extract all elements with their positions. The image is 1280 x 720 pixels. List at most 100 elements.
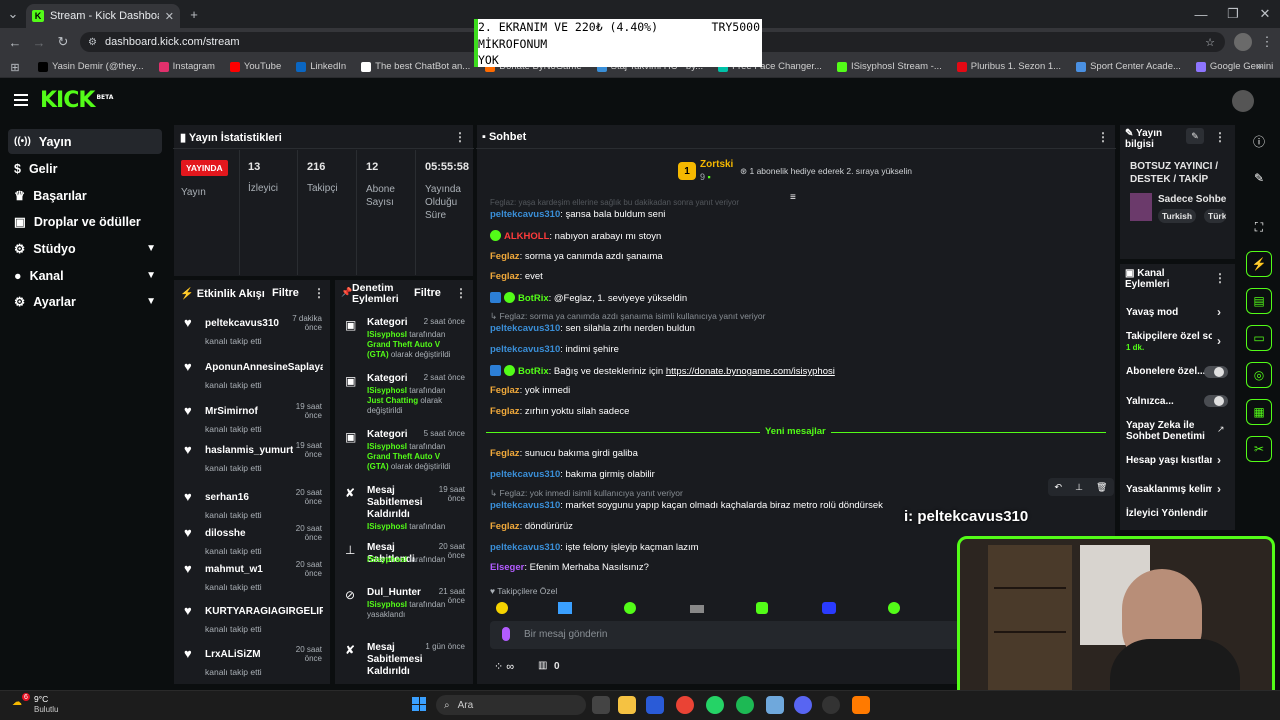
obs-icon[interactable] [822, 696, 840, 714]
sidebar-item-studyo[interactable]: ⚙ Stüdyo ▼ [8, 236, 162, 261]
chat-username[interactable]: Feglaz [490, 251, 520, 262]
sidebar-item-yayin[interactable]: ((•)) Yayın [8, 129, 162, 154]
moderation-filter-button[interactable]: Filtre [414, 287, 441, 299]
browser-tab[interactable]: K Stream - Kick Dashboard ✕ [26, 4, 180, 28]
emote-icon[interactable] [756, 602, 768, 614]
donation-link[interactable]: https://donate.bynogame.com/isisyphosi [666, 366, 835, 377]
sidebar-item-gelir[interactable]: $ Gelir [8, 156, 162, 181]
tag-chip[interactable]: Turkish [1158, 209, 1197, 223]
chat-bubble-icon[interactable]: ▭ [1246, 325, 1272, 351]
emote-icon[interactable] [496, 602, 508, 614]
maximize-icon[interactable]: ❐ [1224, 5, 1242, 23]
chat-username[interactable]: Feglaz [490, 448, 520, 459]
reply-icon[interactable]: ↶ [1055, 482, 1063, 493]
tools-icon[interactable]: ✂ [1246, 436, 1272, 462]
card-icon[interactable]: ▦ [1246, 399, 1272, 425]
sidebar-item-droplar[interactable]: ▣ Droplar ve ödüller [8, 209, 162, 234]
chat-username[interactable]: peltekcavus310 [490, 500, 560, 511]
channel-actions-menu-icon[interactable]: ⋮ [1214, 271, 1226, 285]
moderation-menu-icon[interactable]: ⋮ [455, 286, 467, 300]
followers-only-row[interactable]: Takipçilere özel sohbet [1126, 331, 1212, 342]
stream-info-menu-icon[interactable]: ⋮ [1214, 130, 1226, 144]
emote-icon[interactable] [690, 605, 704, 613]
microphone-icon[interactable] [502, 627, 510, 641]
weather-icon[interactable]: ☁ [12, 697, 22, 708]
store-icon[interactable]: ▥ [538, 660, 547, 671]
edit-icon[interactable]: ✎ [1186, 128, 1204, 144]
site-info-icon[interactable]: ⚙ [88, 37, 97, 48]
apps-grid-icon[interactable]: ⊞ [6, 58, 24, 76]
clipboard-icon[interactable]: ▤ [1246, 288, 1272, 314]
activity-username[interactable]: mahmut_w1 [205, 564, 293, 575]
ai-moderation-row[interactable]: Yapay Zeka ile Sohbet Denetimi [1126, 420, 1206, 442]
activity-username[interactable]: dilosshe [205, 528, 293, 539]
window-close-icon[interactable]: ✕ [1256, 5, 1274, 23]
activity-filter-button[interactable]: Filtre [272, 287, 299, 299]
subscribers-only-toggle[interactable] [1204, 366, 1228, 378]
chat-username[interactable]: ALKHOLL [504, 231, 549, 242]
lightning-icon[interactable]: ⚡ [1246, 251, 1272, 277]
sidebar-item-ayarlar[interactable]: ⚙ Ayarlar ▼ [8, 289, 162, 314]
browser-menu-icon[interactable]: ⋮ [1258, 33, 1276, 51]
emote-icon[interactable] [624, 602, 636, 614]
chat-username[interactable]: peltekcavus310 [490, 344, 560, 355]
emote-icon[interactable] [822, 602, 836, 614]
chat-menu-icon[interactable]: ⋮ [1097, 130, 1109, 144]
chat-username[interactable]: BotRix [518, 366, 549, 377]
chat-username[interactable]: Feglaz [490, 385, 520, 396]
activity-username[interactable]: serhan16 [205, 492, 293, 503]
delete-icon[interactable]: 🗑 [1096, 482, 1107, 493]
store-app-icon[interactable] [646, 696, 664, 714]
bookmark-item[interactable]: LinkedIn [296, 61, 346, 72]
chat-username[interactable]: Feglaz [490, 271, 520, 282]
chat-username[interactable]: Feglaz [490, 521, 520, 532]
tab-list-icon[interactable]: ⌄ [4, 5, 22, 23]
app-icon[interactable] [852, 696, 870, 714]
chat-username[interactable]: BotRix [518, 293, 549, 304]
reload-icon[interactable]: ↻ [54, 33, 72, 51]
emote-only-toggle[interactable] [1204, 395, 1228, 407]
pin-icon[interactable]: ⊥ [1075, 482, 1083, 493]
bookmark-item[interactable]: Yasin Demir (@they... [38, 61, 144, 72]
bookmark-item[interactable]: YouTube [229, 61, 281, 72]
info-icon[interactable]: ⓘ [1246, 128, 1272, 154]
chat-username[interactable]: peltekcavus310 [490, 469, 560, 480]
activity-username[interactable]: AponunAnnesineSaplayan [205, 362, 323, 373]
activity-username[interactable]: haslanmis_yumurta [205, 445, 293, 456]
bookmark-star-icon[interactable]: ☆ [1205, 36, 1215, 49]
broadcast-icon[interactable]: ◎ [1246, 362, 1272, 388]
emote-icon[interactable] [888, 602, 900, 614]
minimize-icon[interactable]: — [1192, 5, 1210, 23]
emote-icon[interactable] [558, 602, 572, 614]
hamburger-menu-icon[interactable] [14, 94, 28, 106]
tag-chip[interactable]: Türk [1204, 209, 1226, 223]
chat-username[interactable]: Elseger [490, 562, 524, 573]
bookmark-item[interactable]: The best ChatBot an... [361, 61, 470, 72]
emote-only-row[interactable]: Yalnızca... [1126, 396, 1174, 407]
activity-username[interactable]: MrSimirnof [205, 406, 293, 417]
chat-username[interactable]: Feglaz [490, 406, 520, 417]
activity-menu-icon[interactable]: ⋮ [313, 286, 325, 300]
new-tab-icon[interactable]: + [185, 5, 203, 23]
app-icon[interactable] [766, 696, 784, 714]
raid-row[interactable]: İzleyici Yönlendir [1126, 508, 1208, 519]
bookmark-item[interactable]: Pluribus 1. Sezon 1... [956, 61, 1061, 72]
activity-username[interactable]: LrxALiSiZM [205, 649, 293, 660]
bookmark-item[interactable]: Instagram [158, 61, 215, 72]
stats-menu-icon[interactable]: ⋮ [454, 130, 466, 144]
bookmarks-overflow-icon[interactable]: » [1250, 58, 1268, 76]
activity-username[interactable]: peltekcavus310 [205, 318, 293, 329]
chat-username[interactable]: peltekcavus310 [490, 542, 560, 553]
pencil-icon[interactable]: ✎ [1246, 165, 1272, 191]
chat-input[interactable]: Bir mesaj gönderin [490, 621, 960, 649]
chrome-icon[interactable] [676, 696, 694, 714]
pinned-user[interactable]: Zortski [700, 159, 733, 170]
forward-icon[interactable]: → [30, 33, 48, 51]
bookmark-item[interactable]: ISisyphosI Stream -... [836, 61, 942, 72]
sidebar-item-basarilar[interactable]: ♛ Başarılar [8, 183, 162, 208]
windows-start-icon[interactable] [412, 697, 426, 711]
kick-logo[interactable]: KICK BETA [40, 88, 113, 113]
activity-username[interactable]: KURTYARAGIAGIRGELIRSA [205, 606, 323, 617]
profile-avatar[interactable] [1234, 33, 1252, 51]
spotify-icon[interactable] [736, 696, 754, 714]
